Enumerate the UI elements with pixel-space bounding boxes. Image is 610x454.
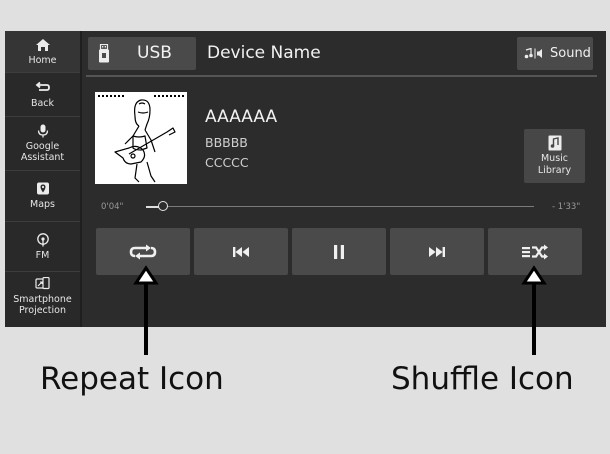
repeat-callout-pointer: [133, 265, 159, 355]
shuffle-callout-pointer: [521, 265, 547, 355]
shuffle-icon-callout-label: Shuffle Icon: [391, 361, 574, 397]
repeat-icon-callout-label: Repeat Icon: [40, 361, 224, 397]
